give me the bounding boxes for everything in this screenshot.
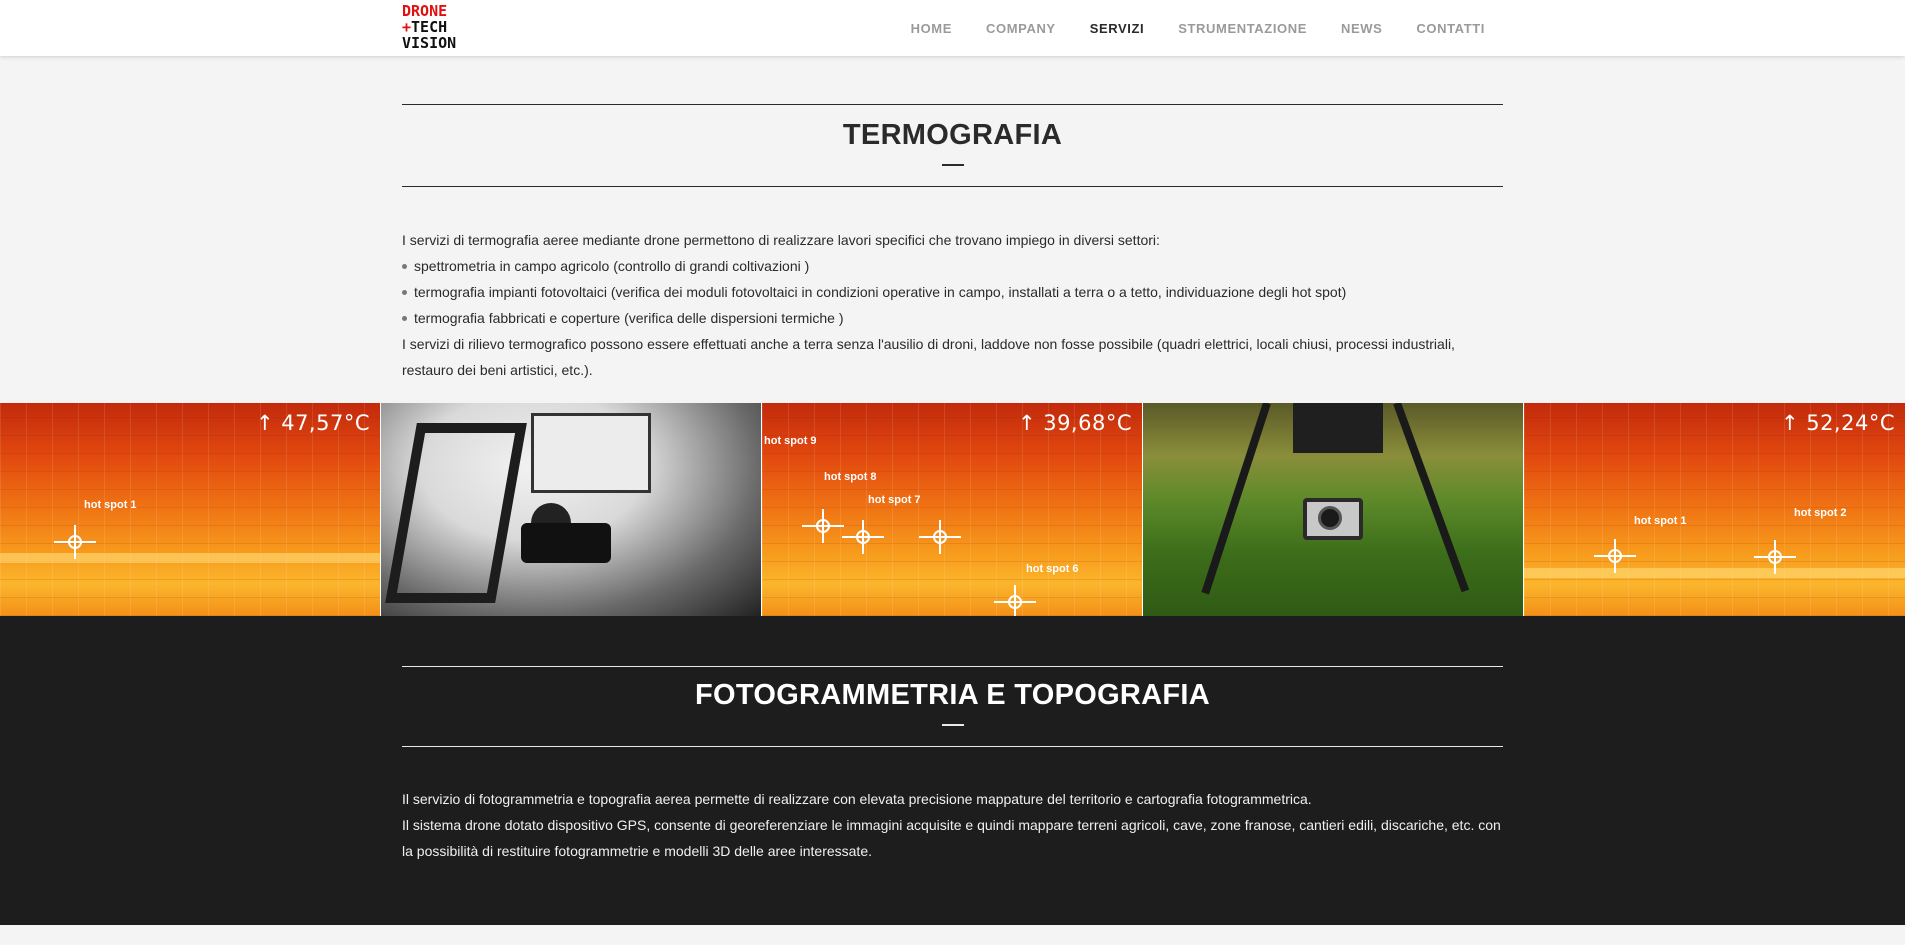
drone-field-photo[interactable]	[1143, 403, 1523, 616]
termografia-section: TERMOGRAFIA I servizi di termografia aer…	[0, 56, 1905, 403]
section-title: FOTOGRAMMETRIA E TOPOGRAFIA	[694, 679, 1211, 711]
section-title: TERMOGRAFIA	[842, 119, 1063, 151]
thermal-image-1[interactable]: ↑ 47,57°C hot spot 1	[0, 403, 380, 616]
title-top-rule	[402, 666, 1503, 667]
title-top-rule	[402, 104, 1503, 105]
page-bottom-strip	[0, 925, 1905, 945]
hotspot-label: hot spot 6	[1026, 563, 1079, 575]
drone-tech-vision-logo[interactable]: DRONE +TECH VISION	[402, 2, 457, 53]
title-bottom-rule	[402, 746, 1503, 747]
drone-gimbal-photo[interactable]	[381, 403, 761, 616]
hotspot-label: hot spot 1	[1634, 515, 1687, 527]
hot-band	[0, 553, 380, 563]
services-list: spettrometria in campo agricolo (control…	[402, 253, 1503, 331]
list-item: spettrometria in campo agricolo (control…	[402, 253, 1503, 279]
list-item: termografia impianti fotovoltaici (verif…	[402, 279, 1503, 305]
fotogrammetria-section: FOTOGRAMMETRIA E TOPOGRAFIA Il servizio …	[0, 616, 1905, 925]
drone-leg	[1393, 403, 1470, 593]
logo-line-3: VISION	[402, 34, 457, 52]
crosshair-icon	[1594, 539, 1636, 573]
fotogrammetria-body: Il servizio di fotogrammetria e topograf…	[402, 786, 1503, 864]
nav-strumentazione[interactable]: STRUMENTAZIONE	[1178, 21, 1307, 36]
nav-home[interactable]: HOME	[911, 21, 952, 36]
drone-frame	[385, 423, 527, 603]
crosshair-icon	[919, 520, 961, 554]
hotspot-label: hot spot 9	[764, 435, 817, 447]
thermal-camera	[521, 523, 611, 563]
site-header: DRONE +TECH VISION HOME COMPANY SERVIZI …	[0, 0, 1905, 56]
image-gallery: ↑ 47,57°C hot spot 1 ↑ 39,68°C hot spot …	[0, 403, 1905, 616]
paragraph: Il servizio di fotogrammetria e topograf…	[402, 791, 1312, 807]
outro-paragraph: I servizi di rilievo termografico posson…	[402, 336, 1455, 378]
nav-news[interactable]: NEWS	[1341, 21, 1382, 36]
main-nav: HOME COMPANY SERVIZI STRUMENTAZIONE NEWS…	[877, 0, 1485, 56]
title-bottom-rule	[402, 186, 1503, 187]
hotspot-label: hot spot 1	[84, 499, 137, 511]
crosshair-icon	[842, 520, 884, 554]
temperature-readout: ↑ 39,68°C	[1017, 411, 1132, 435]
logo-line-2: +TECH	[402, 19, 452, 35]
hotspot-label: hot spot 7	[868, 494, 921, 506]
drone-leg	[1201, 403, 1271, 595]
nav-company[interactable]: COMPANY	[986, 21, 1056, 36]
thermal-image-2[interactable]: ↑ 39,68°C hot spot 9 hot spot 8 hot spot…	[762, 403, 1142, 616]
paragraph: Il sistema drone dotato dispositivo GPS,…	[402, 817, 1501, 859]
crosshair-icon	[54, 525, 96, 559]
logo-line-1: DRONE	[402, 2, 448, 20]
controller-box	[531, 413, 651, 493]
drone-body	[1293, 403, 1383, 453]
crosshair-icon	[994, 585, 1036, 616]
thermal-image-3[interactable]: ↑ 52,24°C hot spot 1 hot spot 2	[1524, 403, 1905, 616]
crosshair-icon	[1754, 540, 1796, 574]
hot-band	[1524, 568, 1905, 578]
crosshair-icon	[802, 509, 844, 543]
temperature-readout: ↑ 52,24°C	[1780, 411, 1895, 435]
intro-paragraph: I servizi di termografia aeree mediante …	[402, 232, 1160, 248]
nav-servizi[interactable]: SERVIZI	[1090, 21, 1145, 36]
title-dash	[942, 724, 964, 726]
nav-contatti[interactable]: CONTATTI	[1416, 21, 1485, 36]
hotspot-label: hot spot 2	[1794, 507, 1847, 519]
camera-lens-icon	[1318, 506, 1342, 530]
list-item: termografia fabbricati e coperture (veri…	[402, 305, 1503, 331]
title-dash	[942, 164, 964, 166]
hotspot-label: hot spot 8	[824, 471, 877, 483]
termografia-body: I servizi di termografia aeree mediante …	[402, 227, 1503, 383]
temperature-readout: ↑ 47,57°C	[255, 411, 370, 435]
